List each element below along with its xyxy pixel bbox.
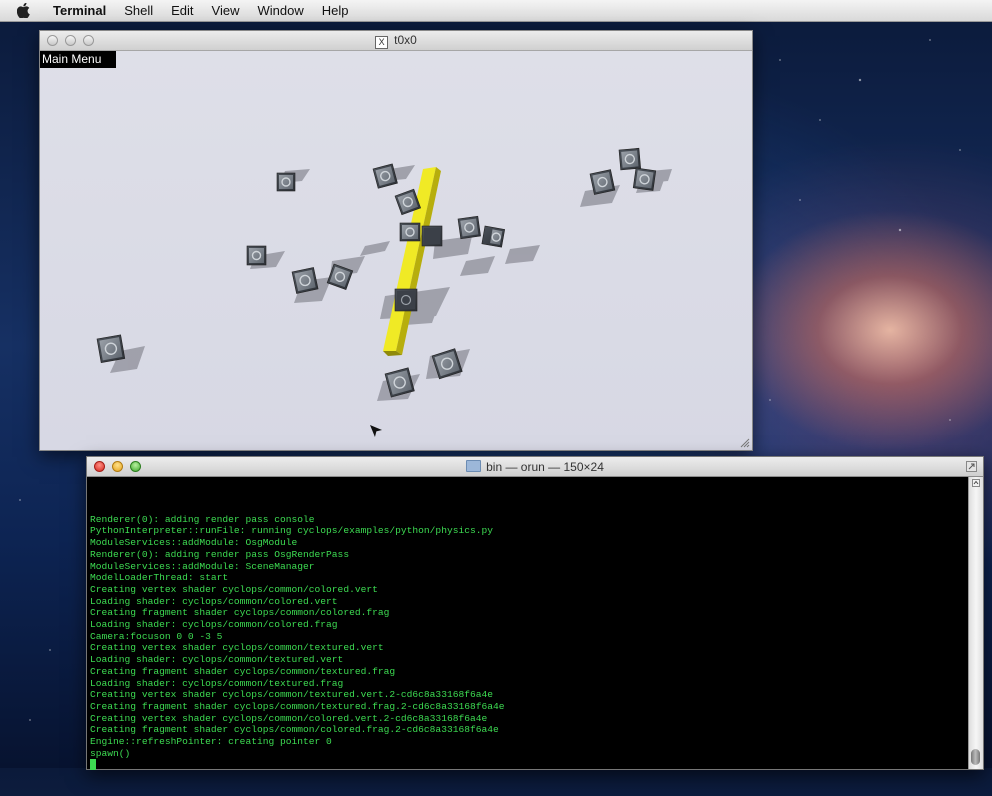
terminal-line: Creating vertex shader cyclops/common/co… [90, 583, 378, 595]
apple-icon[interactable] [16, 3, 30, 18]
x11-window-title: Xt0x0 [40, 33, 752, 49]
menu-edit[interactable]: Edit [162, 3, 202, 18]
terminal-line: Engine::refreshPointer: creating pointer… [90, 736, 332, 748]
scroll-up-icon[interactable] [972, 479, 980, 487]
terminal-line: Creating fragment shader cyclops/common/… [90, 724, 499, 736]
terminal-line: spawn() [90, 747, 131, 759]
terminal-titlebar[interactable]: bin — orun — 150×24 [87, 457, 983, 477]
terminal-line: Loading shader: cyclops/common/textured.… [90, 654, 344, 666]
x11-title-text: t0x0 [394, 33, 417, 47]
terminal-line: Renderer(0): adding render pass console [90, 513, 315, 525]
terminal-line: Creating vertex shader cyclops/common/co… [90, 712, 488, 724]
terminal-line: ModuleServices::addModule: SceneManager [90, 560, 315, 572]
terminal-line: Creating fragment shader cyclops/common/… [90, 607, 390, 619]
menu-bar: Terminal Shell Edit View Window Help [0, 0, 992, 22]
terminal-title: bin — orun — 150×24 [87, 460, 983, 474]
scrollbar-thumb[interactable] [971, 749, 980, 765]
main-menu-button[interactable]: Main Menu [40, 51, 117, 68]
resize-grip-icon[interactable] [740, 438, 750, 448]
text-cursor [90, 759, 96, 771]
terminal-line: Loading shader: cyclops/common/textured.… [90, 677, 344, 689]
folder-icon [466, 460, 482, 472]
terminal-line: Camera:focuson 0 0 -3 5 [90, 630, 223, 642]
x11-icon: X [375, 36, 389, 49]
menu-view[interactable]: View [203, 3, 249, 18]
menu-shell[interactable]: Shell [115, 3, 162, 18]
terminal-line: PythonInterpreter::runFile: running cycl… [90, 525, 494, 537]
physics-cubes [96, 147, 657, 398]
terminal-line: Loading shader: cyclops/common/colored.f… [90, 619, 338, 631]
menu-terminal[interactable]: Terminal [44, 3, 115, 18]
terminal-line: Creating vertex shader cyclops/common/te… [90, 642, 384, 654]
terminal-line: Creating fragment shader cyclops/common/… [90, 665, 396, 677]
scene-viewport [96, 147, 672, 438]
terminal-title-text: bin — orun — 150×24 [486, 460, 604, 474]
terminal-line: Creating fragment shader cyclops/common/… [90, 700, 505, 712]
terminal-line: ModuleServices::addModule: OsgModule [90, 537, 298, 549]
menu-window[interactable]: Window [249, 3, 313, 18]
shadows [110, 165, 672, 401]
terminal-line: Renderer(0): adding render pass OsgRende… [90, 548, 350, 560]
terminal-window: bin — orun — 150×24 Renderer(0): adding … [86, 456, 984, 771]
terminal-prompt-line [90, 759, 960, 772]
menu-help[interactable]: Help [313, 3, 358, 18]
render-scene[interactable]: Main Menu [40, 51, 752, 450]
zoom-icon[interactable] [966, 461, 977, 472]
terminal-line: Creating vertex shader cyclops/common/te… [90, 689, 494, 701]
terminal-line: ModelLoaderThread: start [90, 572, 229, 584]
x11-window: Xt0x0 Main Menu [39, 30, 753, 451]
terminal-output[interactable]: Renderer(0): adding render pass console P… [90, 502, 960, 796]
x11-titlebar[interactable]: Xt0x0 [40, 31, 752, 51]
terminal-scrollbar[interactable] [968, 477, 983, 769]
terminal-line: Loading shader: cyclops/common/colored.v… [90, 595, 338, 607]
mouse-pointer-icon [370, 425, 383, 438]
